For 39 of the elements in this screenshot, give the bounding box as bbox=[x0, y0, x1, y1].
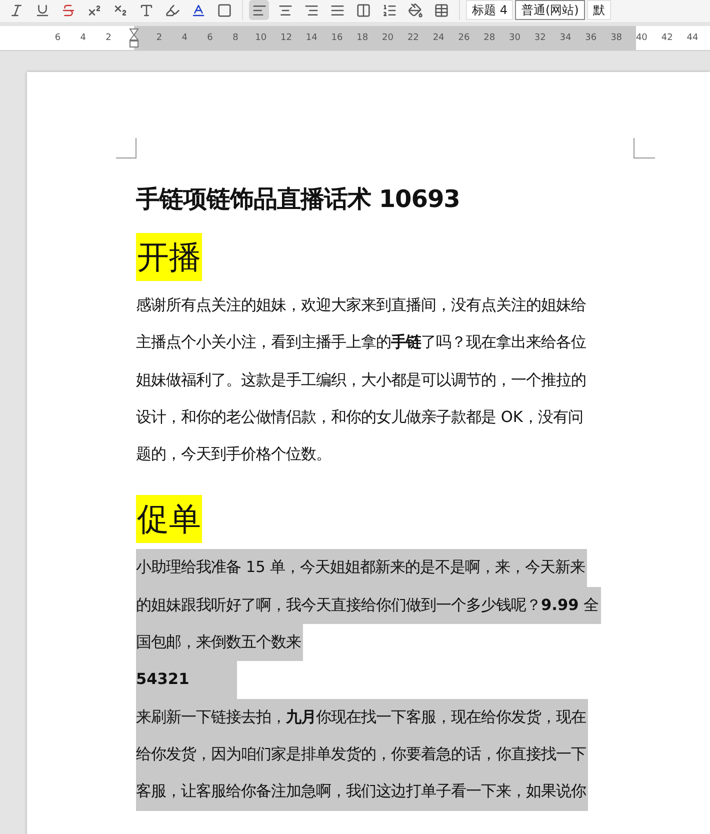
ruler-number: 22 bbox=[406, 33, 420, 43]
ruler-number: 6 bbox=[206, 33, 214, 43]
ruler-number: 4 bbox=[180, 33, 189, 43]
margin-corner-icon bbox=[116, 138, 137, 159]
ruler-number: 18 bbox=[356, 33, 370, 43]
paragraph: 小助理给我准备 15 单，今天姐姐都新来的是不是啊，来，今天新来 的姐妹跟我听好了啊，我今天直接给你们做到一个多少钱呢？9.99 全 国包邮，来倒数五个数来 bbox=[136, 549, 601, 662]
ruler-number: 2 bbox=[104, 33, 112, 43]
ruler-number: 24 bbox=[432, 33, 446, 43]
style-preset[interactable]: 普通(网站) bbox=[515, 0, 585, 20]
ruler-number: 10 bbox=[254, 33, 268, 43]
ruler-number: 20 bbox=[381, 33, 394, 43]
ruler-number: 42 bbox=[660, 33, 674, 43]
ruler-number: 16 bbox=[330, 33, 344, 43]
ruler-number: 38 bbox=[610, 33, 624, 43]
paragraph: 感谢所有点关注的姐妹，欢迎大家来到直播间，没有点关注的姐妹给 主播点个小关小注，看到主播手上拿的手链了吗？现在拿出来给各位 姐妹做福利了。这款是手工编织，大小都是可以调节的，一个推拉的 设计，和你的老公做情侣款，和你的女儿做亲子款都是 OK，没有问 题的，今天到手价格个位数。 bbox=[136, 295, 587, 466]
ruler-number: 28 bbox=[482, 33, 496, 43]
ruler-number: 2 bbox=[155, 33, 164, 43]
indent-marker-icon[interactable] bbox=[128, 28, 139, 48]
align-left-icon[interactable] bbox=[249, 0, 269, 20]
style-preset[interactable]: 默 bbox=[586, 0, 611, 20]
margin-corner-icon bbox=[633, 138, 655, 159]
document-title: 手链项链饰品直播话术 10693 bbox=[136, 184, 460, 215]
ruler-number: 40 bbox=[634, 33, 648, 43]
ruler-number: 6 bbox=[54, 33, 62, 43]
ruler-number: 44 bbox=[686, 33, 700, 43]
section-heading: 开播 bbox=[136, 233, 202, 281]
ruler-number: 30 bbox=[508, 33, 522, 43]
ruler-number: 32 bbox=[533, 33, 547, 43]
ruler-number: 14 bbox=[304, 33, 318, 43]
paragraph: 54321 bbox=[136, 661, 238, 699]
section-heading: 促单 bbox=[136, 495, 202, 544]
ruler-number: 26 bbox=[457, 33, 471, 43]
style-preset[interactable]: 标题 4 bbox=[466, 0, 514, 20]
ruler-number: 34 bbox=[558, 33, 572, 43]
paragraph: 来刷新一下链接去拍，九月你现在找一下客服，现在给你发货，现在 给你发货，因为咱们家是排单发货的，你要着急的话，你直接找一下 客服，让客服给你备注加急啊，我们这边打单子看一下来，如果说你 bbox=[136, 698, 588, 811]
ruler-number: 8 bbox=[232, 33, 240, 43]
ruler-number: 12 bbox=[279, 33, 293, 43]
ruler-number: 4 bbox=[79, 33, 87, 43]
ruler-number: 36 bbox=[584, 33, 598, 43]
